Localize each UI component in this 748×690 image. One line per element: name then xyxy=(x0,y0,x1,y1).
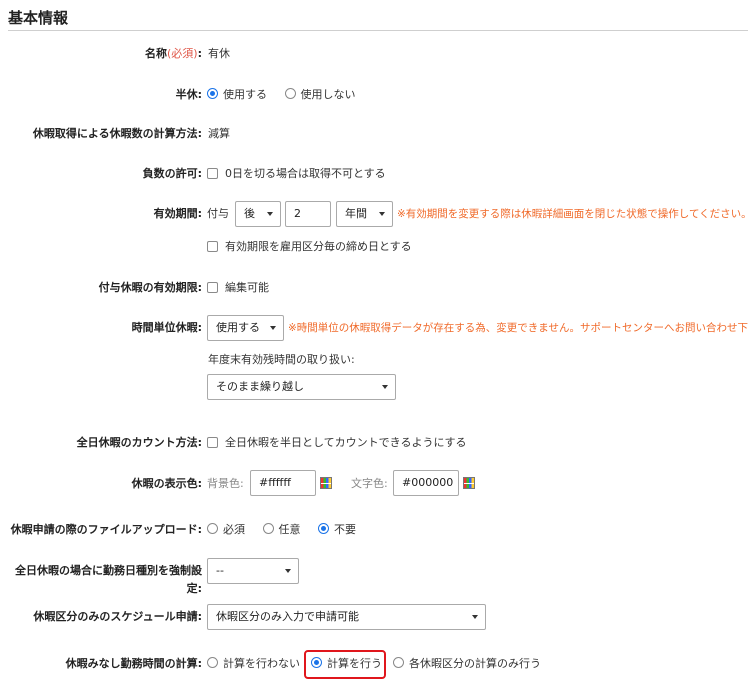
hourly-carryover-select[interactable]: そのまま繰り越し xyxy=(207,374,396,400)
validity-warning: ※有効期間を変更する際は休暇詳細画面を閉じた状態で操作してください。 xyxy=(397,208,748,220)
checkbox-icon xyxy=(207,282,218,293)
full-day-count-label: 全日休暇のカウント方法: xyxy=(76,436,202,449)
required-mark: (必須) xyxy=(167,47,198,60)
radio-icon xyxy=(393,657,404,668)
schedule-apply-label: 休暇区分のみのスケジュール申請: xyxy=(33,610,202,623)
radio-selected-icon xyxy=(207,88,218,99)
selection-highlight xyxy=(304,650,386,679)
name-label: 名称(必須): xyxy=(145,47,202,60)
section-title: 基本情報 xyxy=(8,9,69,27)
force-day-type-select[interactable]: -- xyxy=(207,558,299,584)
validity-when-select[interactable]: 後 xyxy=(235,201,281,227)
half-day-use-radio[interactable]: 使用する xyxy=(207,88,267,102)
force-day-type-label-cont: 定: xyxy=(186,582,202,595)
radio-icon xyxy=(262,523,274,534)
hourly-warning: ※時間単位の休暇取得データが存在する為、変更できません。サポートセンターへお問い… xyxy=(288,322,748,334)
file-upload-label: 休暇申請の際のファイルアップロード: xyxy=(10,523,202,536)
chevron-down-icon xyxy=(270,326,276,330)
granted-validity-checkbox[interactable]: 編集可能 xyxy=(207,281,269,295)
calc-method-value: 減算 xyxy=(208,127,230,140)
calc-method-label: 休暇取得による休暇数の計算方法: xyxy=(32,127,202,140)
text-color-input[interactable]: #000000 xyxy=(393,470,459,496)
half-day-label: 半休: xyxy=(175,88,202,101)
chevron-down-icon xyxy=(382,385,388,389)
bg-color-label: 背景色: xyxy=(207,477,244,490)
color-palette-icon[interactable] xyxy=(320,477,332,489)
schedule-apply-select[interactable]: 休暇区分のみ入力で申請可能 xyxy=(207,604,486,630)
hourly-select[interactable]: 使用する xyxy=(207,315,284,341)
upload-none-radio[interactable]: 不要 xyxy=(318,523,356,537)
chevron-down-icon xyxy=(285,569,291,573)
negative-checkbox[interactable]: 0日を切る場合は取得不可とする xyxy=(207,167,386,181)
deemed-category-only-radio[interactable]: 各休暇区分の計算のみ行う xyxy=(393,657,541,671)
validity-closing-checkbox[interactable]: 有効期限を雇用区分毎の締め日とする xyxy=(207,240,412,254)
chevron-down-icon xyxy=(472,615,478,619)
validity-number-input[interactable]: 2 xyxy=(285,201,331,227)
hourly-sub-label: 年度末有効残時間の取り扱い: xyxy=(208,353,355,366)
color-palette-icon[interactable] xyxy=(463,477,475,489)
name-value: 有休 xyxy=(208,47,230,60)
validity-label: 有効期間: xyxy=(153,207,202,220)
hourly-label: 時間単位休暇: xyxy=(131,321,202,334)
section-divider xyxy=(8,30,748,31)
granted-validity-label: 付与休暇の有効期限: xyxy=(98,281,202,294)
checkbox-icon xyxy=(207,168,218,179)
deemed-hours-label: 休暇みなし勤務時間の計算: xyxy=(65,657,202,670)
negative-label: 負数の許可: xyxy=(142,167,202,180)
full-day-count-checkbox[interactable]: 全日休暇を半日としてカウントできるようにする xyxy=(207,436,467,450)
bg-color-input[interactable]: #ffffff xyxy=(250,470,316,496)
chevron-down-icon xyxy=(267,212,273,216)
upload-optional-radio[interactable]: 任意 xyxy=(262,523,301,537)
force-day-type-label: 全日休暇の場合に勤務日種別を強制設 xyxy=(15,564,202,577)
display-color-label: 休暇の表示色: xyxy=(131,477,202,490)
checkbox-icon xyxy=(207,437,218,448)
chevron-down-icon xyxy=(379,212,385,216)
deemed-no-calc-radio[interactable]: 計算を行わない xyxy=(207,657,300,671)
validity-prefix: 付与 xyxy=(207,207,229,220)
radio-icon xyxy=(207,523,218,534)
radio-icon xyxy=(207,657,218,668)
text-color-label: 文字色: xyxy=(351,477,388,490)
radio-icon xyxy=(284,88,296,99)
validity-unit-select[interactable]: 年間 xyxy=(336,201,393,227)
radio-selected-icon xyxy=(318,523,329,534)
checkbox-icon xyxy=(207,241,218,252)
upload-required-radio[interactable]: 必須 xyxy=(207,523,245,537)
half-day-not-use-radio[interactable]: 使用しない xyxy=(284,88,356,102)
